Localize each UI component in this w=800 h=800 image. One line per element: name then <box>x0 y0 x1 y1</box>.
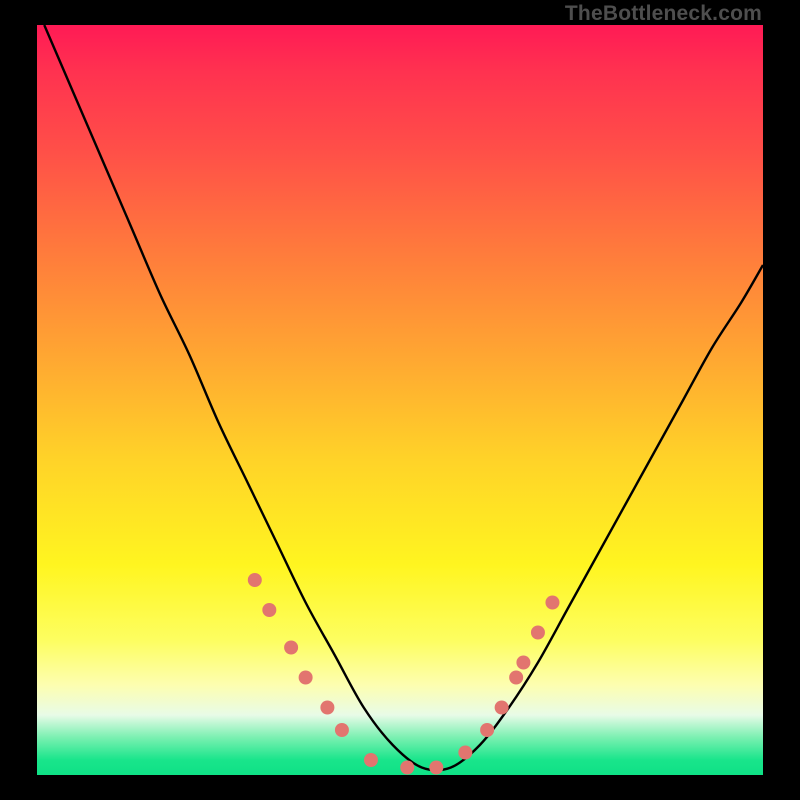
curve-marker <box>531 626 545 640</box>
bottleneck-curve-path <box>44 25 763 770</box>
curve-marker <box>480 723 494 737</box>
chart-svg <box>37 25 763 775</box>
plot-area <box>37 25 763 775</box>
curve-markers <box>248 573 560 775</box>
chart-frame: TheBottleneck.com <box>0 0 800 800</box>
curve-marker <box>284 641 298 655</box>
curve-marker <box>364 753 378 767</box>
curve-marker <box>545 596 559 610</box>
curve-marker <box>400 761 414 775</box>
curve-marker <box>320 701 334 715</box>
curve-marker <box>248 573 262 587</box>
curve-marker <box>335 723 349 737</box>
curve-marker <box>429 761 443 775</box>
curve-marker <box>495 701 509 715</box>
curve-marker <box>509 671 523 685</box>
curve-marker <box>516 656 530 670</box>
curve-group <box>44 25 763 770</box>
curve-marker <box>299 671 313 685</box>
curve-marker <box>458 746 472 760</box>
curve-marker <box>262 603 276 617</box>
watermark-text: TheBottleneck.com <box>565 2 762 26</box>
